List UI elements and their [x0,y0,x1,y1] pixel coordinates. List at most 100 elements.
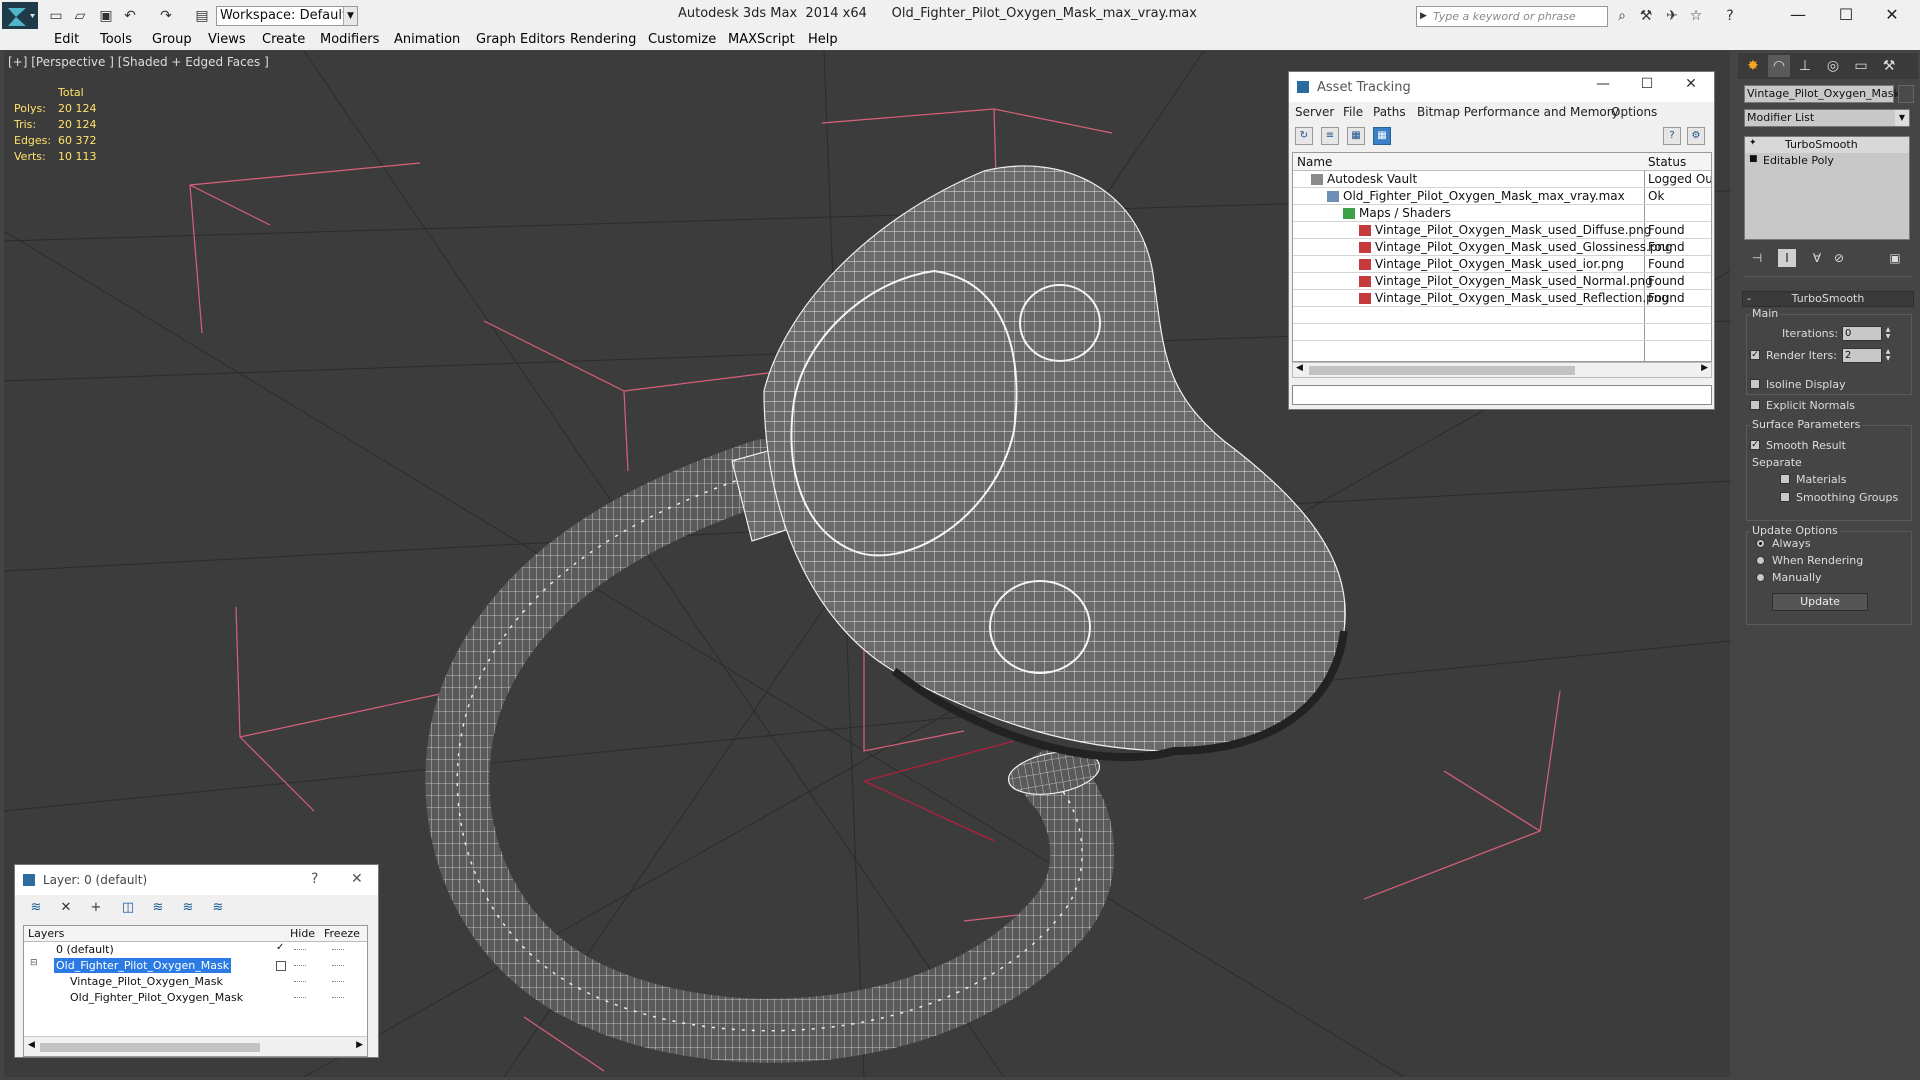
menu-maxscript[interactable]: MAXScript [728,32,795,47]
redo-icon[interactable]: ↷ [158,8,174,24]
table-row[interactable]: Maps / Shaders [1293,205,1711,222]
maximize-icon[interactable]: ☐ [1824,2,1868,28]
lightbulb-icon[interactable]: ✦ [1749,138,1757,148]
menu-help[interactable]: Help [808,32,838,47]
make-unique-icon[interactable]: ∀ [1808,249,1826,267]
stack-item-editable-poly[interactable]: ■ Editable Poly [1745,153,1909,169]
explicit-normals-checkbox[interactable] [1750,400,1760,410]
create-layer-icon[interactable]: ≋ [27,899,45,917]
scroll-left-icon[interactable]: ◀ [28,1040,35,1050]
spinner-arrows-icon[interactable]: ▲ ▼ [1884,326,1892,341]
horizontal-scrollbar[interactable]: ◀ ▶ [1292,362,1712,378]
col-freeze[interactable]: Freeze [324,927,360,940]
object-color-swatch[interactable] [1898,85,1914,103]
thumbnail-view-icon[interactable]: ▦ [1347,127,1365,145]
communication-icon[interactable]: ✈ [1664,8,1680,24]
vault-help-icon[interactable]: ⚙ [1687,127,1705,145]
menu-group[interactable]: Group [152,32,192,47]
app-logo-icon[interactable] [2,2,38,32]
modifier-list-dropdown[interactable]: Modifier List ▼ [1744,109,1910,127]
layer-window-titlebar[interactable]: Layer: 0 (default) ? ✕ [15,865,378,895]
menu-modifiers[interactable]: Modifiers [320,32,379,47]
viewport-label[interactable]: [+] [Perspective ] [Shaded + Edged Faces… [8,55,269,69]
display-tab-icon[interactable]: ▭ [1850,55,1872,77]
scroll-right-icon[interactable]: ▶ [356,1040,363,1050]
list-view-icon[interactable]: ≡ [1321,127,1339,145]
pin-stack-icon[interactable]: ⊣ [1748,249,1766,267]
asset-menu-options[interactable]: Options [1611,105,1657,119]
asset-menu-bitmap-performance[interactable]: Bitmap Performance and Memory [1417,105,1619,119]
hierarchy-tab-icon[interactable]: ⊥ [1794,55,1816,77]
utilities-tab-icon[interactable]: ⚒ [1878,55,1900,77]
close-icon[interactable]: ✕ [351,871,363,887]
hide-all-icon[interactable]: ≋ [179,899,197,917]
materials-checkbox[interactable] [1780,474,1790,484]
menu-customize[interactable]: Customize [648,32,716,47]
stack-item-turbosmooth[interactable]: ✦ TurboSmooth [1745,137,1909,153]
highlight-layer-icon[interactable]: ≋ [149,899,167,917]
asset-tracking-titlebar[interactable]: Asset Tracking — ☐ ✕ [1289,72,1714,102]
manually-radio[interactable] [1756,573,1765,582]
scroll-left-icon[interactable]: ◀ [1296,363,1303,373]
add-to-layer-icon[interactable]: + [87,899,105,917]
close-icon[interactable]: ✕ [1671,76,1711,92]
current-layer-box-icon[interactable] [276,961,286,971]
menu-graph-editors[interactable]: Graph Editors [476,32,565,47]
list-item[interactable]: ⊟ Old_Fighter_Pilot_Oxygen_Mask [24,958,367,974]
menu-views[interactable]: Views [208,32,246,47]
undo-icon[interactable]: ↶ [122,8,138,24]
search-input[interactable]: ▶ Type a keyword or phrase [1416,6,1608,27]
menu-tools[interactable]: Tools [100,32,132,47]
col-layers[interactable]: Layers [28,927,64,940]
asset-menu-server[interactable]: Server [1295,105,1334,119]
maximize-icon[interactable]: ☐ [1627,76,1667,92]
configure-sets-icon[interactable]: ▣ [1886,249,1904,267]
render-iters-spinner[interactable]: 2 [1842,348,1882,363]
refresh-icon[interactable]: ↻ [1295,127,1313,145]
project-folder-icon[interactable]: ▤ [194,8,210,24]
list-item[interactable]: Old_Fighter_Pilot_Oxygen_Mask [24,990,367,1006]
modify-tab-icon[interactable]: ◠ [1768,55,1790,77]
workspace-dropdown[interactable]: Workspace: Default ▼ [216,6,358,26]
favorites-star-icon[interactable]: ☆ [1688,8,1704,24]
open-file-icon[interactable]: ▱ [72,8,88,24]
table-row[interactable]: Vintage_Pilot_Oxygen_Mask_used_Glossines… [1293,239,1711,256]
spinner-arrows-icon[interactable]: ▲ ▼ [1884,348,1892,363]
close-icon[interactable]: ✕ [1870,2,1914,28]
list-item[interactable]: 0 (default) ✓ [24,942,367,958]
asset-menu-paths[interactable]: Paths [1373,105,1406,119]
menu-rendering[interactable]: Rendering [570,32,636,47]
isoline-display-checkbox[interactable] [1750,379,1760,389]
turbosmooth-rollout[interactable]: - TurboSmooth [1742,291,1914,307]
col-hide[interactable]: Hide [290,927,315,940]
remove-modifier-icon[interactable]: ⊘ [1830,249,1848,267]
save-icon[interactable]: ▣ [98,8,114,24]
menu-create[interactable]: Create [262,32,305,47]
new-file-icon[interactable]: ▭ [48,8,64,24]
menu-animation[interactable]: Animation [394,32,460,47]
table-row[interactable]: Vintage_Pilot_Oxygen_Mask_used_ior.png F… [1293,256,1711,273]
list-item[interactable]: Vintage_Pilot_Oxygen_Mask [24,974,367,990]
help-icon[interactable]: ? [1663,127,1681,145]
scrollbar-thumb[interactable] [40,1043,260,1052]
table-view-icon[interactable]: ▦ [1373,127,1391,145]
iterations-spinner[interactable]: 0 [1842,326,1882,341]
binoculars-icon[interactable]: ⌕ [1614,8,1630,24]
table-row[interactable]: Vintage_Pilot_Oxygen_Mask_used_Normal.pn… [1293,273,1711,290]
help-icon[interactable]: ? [1722,8,1738,24]
always-radio[interactable] [1756,539,1765,548]
minimize-icon[interactable]: — [1583,76,1623,92]
collapse-icon[interactable]: ⊟ [30,958,38,968]
motion-tab-icon[interactable]: ◎ [1822,55,1844,77]
col-status[interactable]: Status [1648,155,1686,169]
smoothing-groups-checkbox[interactable] [1780,492,1790,502]
smooth-result-checkbox[interactable]: ✓ [1750,440,1760,450]
object-name-field[interactable]: Vintage_Pilot_Oxygen_Mask [1744,85,1900,103]
table-row[interactable]: Autodesk Vault Logged Out [1293,171,1711,188]
subscription-icon[interactable]: ⚒ [1638,8,1654,24]
update-button[interactable]: Update [1772,593,1868,611]
freeze-all-icon[interactable]: ≋ [209,899,227,917]
create-tab-icon[interactable]: ✸ [1742,55,1764,77]
menu-edit[interactable]: Edit [54,32,79,47]
asset-menu-file[interactable]: File [1343,105,1363,119]
